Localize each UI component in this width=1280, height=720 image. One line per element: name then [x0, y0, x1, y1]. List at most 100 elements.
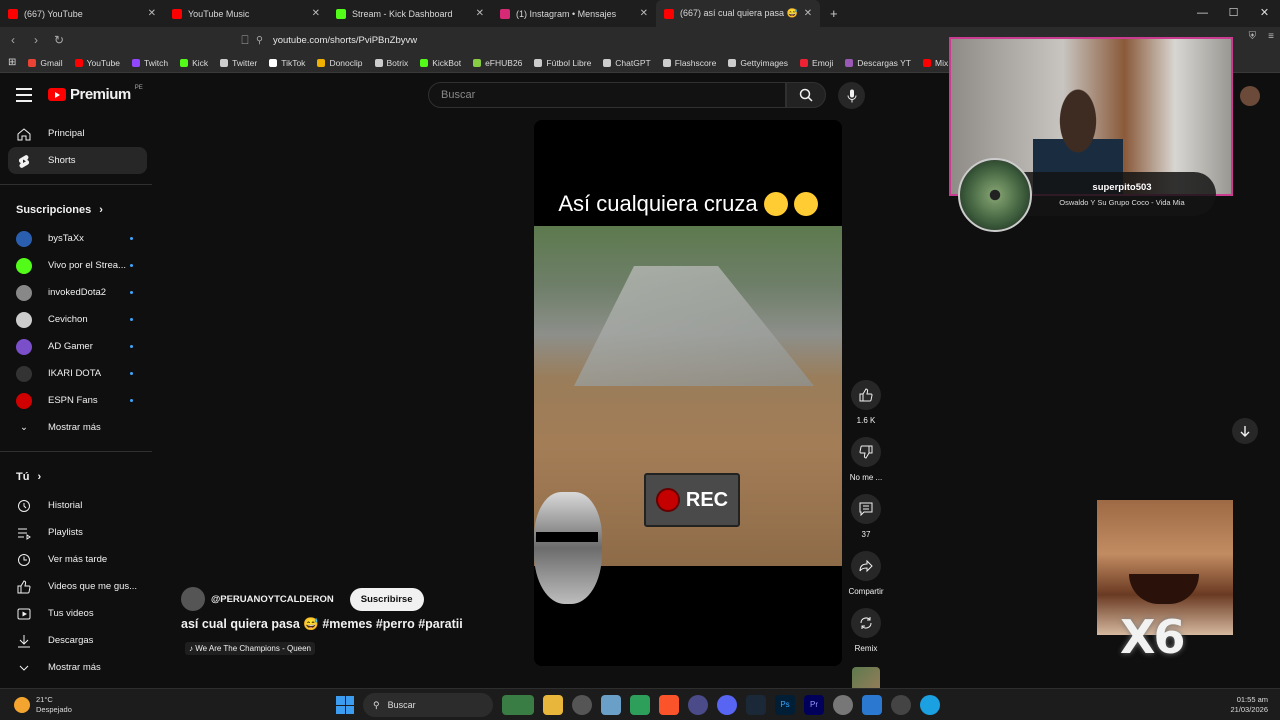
- shield-icon[interactable]: ⛨: [1249, 31, 1257, 42]
- bookmark-item[interactable]: Fútbol Libre: [534, 58, 591, 68]
- tab-close-icon[interactable]: ✕: [148, 8, 156, 19]
- channel-avatar[interactable]: [181, 587, 205, 611]
- bookmark-item[interactable]: Gettyimages: [728, 58, 788, 68]
- tab-close-icon[interactable]: ✕: [312, 8, 320, 19]
- tab-close-icon[interactable]: ✕: [640, 8, 648, 19]
- subscription-item[interactable]: invokedDota2: [0, 279, 155, 306]
- media-player-icon[interactable]: [891, 695, 911, 715]
- clock-date: 21/03/2026: [1230, 705, 1268, 714]
- back-button[interactable]: ‹: [3, 33, 23, 47]
- browser-toolbar-icons: ⛨ ≡: [1249, 31, 1274, 42]
- bookmark-item[interactable]: Donoclip: [317, 58, 363, 68]
- bookmark-item[interactable]: KickBot: [420, 58, 461, 68]
- edge-browser-icon[interactable]: [920, 695, 940, 715]
- weather-widget[interactable]: 21°C Despejado: [14, 695, 72, 715]
- voice-search-button[interactable]: [838, 82, 865, 109]
- subscription-item[interactable]: AD Gamer: [0, 333, 155, 360]
- bookmark-item[interactable]: YouTube: [74, 58, 120, 68]
- subscriptions-show-more[interactable]: ⌄ Mostrar más: [0, 414, 155, 441]
- sidebar-item[interactable]: Playlists: [0, 519, 155, 546]
- next-short-button[interactable]: [1232, 418, 1258, 444]
- premiere-icon[interactable]: Pr: [804, 695, 824, 715]
- maximize-button[interactable]: ☐: [1218, 0, 1249, 27]
- steam-icon[interactable]: [746, 695, 766, 715]
- shorts-player[interactable]: Así cualquiera cruza REC: [534, 120, 842, 666]
- app-icon[interactable]: [601, 695, 621, 715]
- browser-menu-icon[interactable]: ≡: [1268, 31, 1274, 42]
- minimize-button[interactable]: —: [1187, 0, 1218, 27]
- channel-name[interactable]: @PERUANOYTCALDERON: [211, 594, 334, 605]
- widgets-icon[interactable]: [502, 695, 534, 715]
- bookmark-item[interactable]: Flashscore: [662, 58, 716, 68]
- bookmark-icon[interactable]: ⎕: [235, 33, 255, 48]
- browser-tab[interactable]: (667) así cual quiera pasa 😅 ✕: [656, 0, 820, 27]
- bookmark-item[interactable]: Botrix: [374, 58, 408, 68]
- search-input[interactable]: Buscar: [428, 82, 786, 108]
- brave-browser-icon[interactable]: [659, 695, 679, 715]
- you-heading[interactable]: Tú ›: [0, 462, 155, 492]
- windows-start-icon[interactable]: [336, 696, 354, 714]
- site-info-icon[interactable]: ⚲: [256, 35, 263, 46]
- youtube-logo-icon: [48, 88, 66, 101]
- search-button[interactable]: [786, 82, 826, 108]
- app-icon[interactable]: [630, 695, 650, 715]
- url-field[interactable]: ⚲ youtube.com/shorts/PviPBnZbyvw: [256, 30, 946, 50]
- bookmark-item[interactable]: Twitter: [220, 58, 257, 68]
- file-explorer-icon[interactable]: [543, 695, 563, 715]
- bookmark-item[interactable]: Gmail: [28, 58, 63, 68]
- bookmark-item[interactable]: Twitch: [132, 58, 168, 68]
- browser-tab[interactable]: (667) YouTube ✕: [0, 0, 164, 27]
- sidebar-item[interactable]: Ver más tarde: [0, 546, 155, 573]
- browser-tab[interactable]: YouTube Music ✕: [164, 0, 328, 27]
- sidebar-item[interactable]: Mostrar más: [0, 654, 155, 681]
- bookmark-item[interactable]: Emoji: [800, 58, 833, 68]
- discord-icon[interactable]: [717, 695, 737, 715]
- sidebar-item[interactable]: Principal: [0, 120, 155, 147]
- subscription-item[interactable]: Cevichon: [0, 306, 155, 333]
- dislike-button[interactable]: [851, 437, 881, 467]
- bookmark-favicon-icon: [28, 58, 37, 67]
- subscription-item[interactable]: Vivo por el Strea...: [0, 252, 155, 279]
- subscription-item[interactable]: ESPN Fans: [0, 387, 155, 414]
- subscription-item[interactable]: bysTaXx: [0, 225, 155, 252]
- close-window-button[interactable]: ✕: [1249, 0, 1280, 27]
- sidebar-item[interactable]: Historial: [0, 492, 155, 519]
- sidebar-item[interactable]: Descargas: [0, 627, 155, 654]
- hamburger-menu-icon[interactable]: [16, 88, 32, 102]
- apps-grid-icon[interactable]: ⊞: [8, 57, 16, 68]
- bookmark-item[interactable]: Descargas YT: [845, 58, 911, 68]
- taskbar-search[interactable]: ⚲ Buscar: [363, 693, 493, 717]
- photoshop-icon[interactable]: Ps: [775, 695, 795, 715]
- browser-tab[interactable]: Stream - Kick Dashboard ✕: [328, 0, 492, 27]
- gear-icon[interactable]: [833, 695, 853, 715]
- app-icon[interactable]: [688, 695, 708, 715]
- tab-close-icon[interactable]: ✕: [804, 8, 812, 19]
- comments-button[interactable]: [851, 494, 881, 524]
- bookmark-item[interactable]: TikTok: [269, 58, 305, 68]
- new-tab-button[interactable]: +: [820, 6, 848, 21]
- subscribe-button[interactable]: Suscribirse: [349, 587, 424, 611]
- account-avatar[interactable]: [1240, 86, 1260, 106]
- share-button[interactable]: [851, 551, 881, 581]
- sidebar-item[interactable]: Tus videos: [0, 600, 155, 627]
- tab-close-icon[interactable]: ✕: [476, 8, 484, 19]
- browser-tab[interactable]: (1) Instagram • Mensajes ✕: [492, 0, 656, 27]
- sidebar-item-label: Descargas: [48, 635, 94, 646]
- notepad-icon[interactable]: [862, 695, 882, 715]
- subscriptions-title: Suscripciones: [16, 204, 92, 216]
- forward-button[interactable]: ›: [26, 33, 46, 47]
- sidebar-item[interactable]: Videos que me gus...: [0, 573, 155, 600]
- settings-app-icon[interactable]: [572, 695, 592, 715]
- bookmark-item[interactable]: ChatGPT: [603, 58, 651, 68]
- subscriptions-heading[interactable]: Suscripciones ›: [0, 195, 155, 225]
- subscription-item[interactable]: IKARI DOTA: [0, 360, 155, 387]
- music-track-link[interactable]: ♪ We Are The Champions - Queen: [185, 642, 315, 655]
- bookmark-item[interactable]: Kick: [180, 58, 208, 68]
- like-button[interactable]: [851, 380, 881, 410]
- system-clock[interactable]: 01:55 am 21/03/2026: [1230, 695, 1268, 715]
- sidebar-item[interactable]: Shorts: [8, 147, 147, 174]
- remix-button[interactable]: [851, 608, 881, 638]
- reload-button[interactable]: ↻: [49, 33, 69, 47]
- youtube-premium-logo[interactable]: Premium PE: [48, 85, 143, 103]
- bookmark-item[interactable]: eFHUB26: [473, 58, 522, 68]
